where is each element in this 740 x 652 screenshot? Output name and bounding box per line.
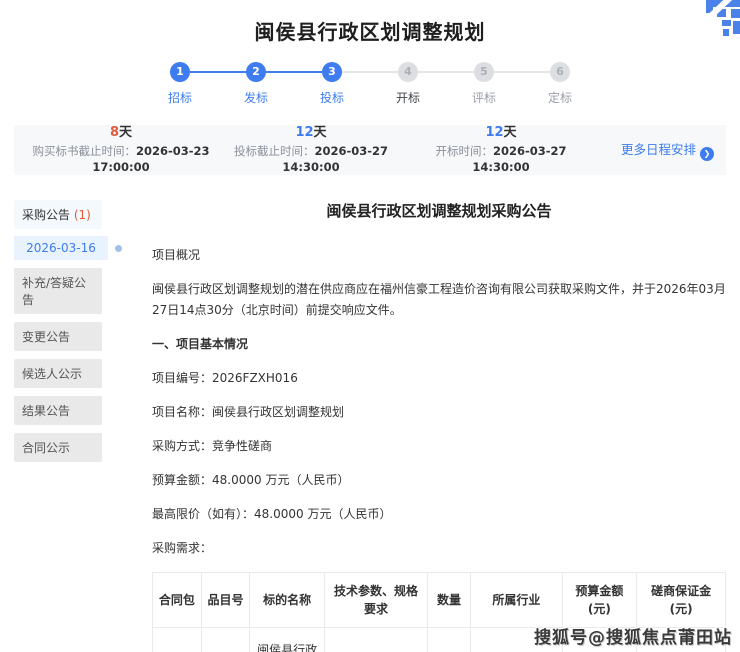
step-number: 4 bbox=[398, 62, 418, 82]
content-area: 采购公告 (1) 2026-03-16 补充/答疑公告 变更公告 候选人公示 结… bbox=[0, 200, 740, 652]
deadline-label: 投标截止时间： bbox=[234, 144, 315, 158]
sidebar-item-supplement-notice[interactable]: 补充/答疑公告 bbox=[14, 268, 102, 314]
sidebar-date-item[interactable]: 2026-03-16 bbox=[14, 236, 108, 260]
days-remaining: 8天 bbox=[26, 124, 216, 143]
col-industry: 所属行业 bbox=[470, 573, 562, 628]
step-number: 6 bbox=[550, 62, 570, 82]
qr-code-fragment bbox=[696, 0, 740, 36]
cell-item-number: 1-1 bbox=[201, 628, 250, 652]
field-max-price: 最高限价（如有）：48.0000 万元（人民币） bbox=[152, 504, 726, 525]
announcement-title: 闽侯县行政区划调整规划采购公告 bbox=[152, 200, 726, 221]
step-number: 2 bbox=[246, 62, 266, 82]
table-header-row: 合同包 品目号 标的名称 技术参数、规格要求 数量 所属行业 预算金额 (元) … bbox=[153, 573, 726, 628]
cell-tech-specs: 详见第三章《招标内容及要求》 bbox=[324, 628, 427, 652]
step-label: 招标 bbox=[142, 89, 218, 106]
col-contract-package: 合同包 bbox=[153, 573, 202, 628]
col-tech-specs: 技术参数、规格要求 bbox=[324, 573, 427, 628]
sidebar-item-contract-publicity[interactable]: 合同公示 bbox=[14, 433, 102, 462]
days-remaining: 12天 bbox=[406, 124, 596, 143]
step-pingbiao: 5 评标 bbox=[446, 62, 522, 106]
field-procurement-method: 采购方式：竞争性磋商 bbox=[152, 436, 726, 457]
field-project-number: 项目编号：2026FZXH016 bbox=[152, 368, 726, 389]
step-toubiao: 3 投标 bbox=[294, 62, 370, 106]
deadline-label: 开标时间： bbox=[435, 144, 493, 158]
progress-stepper: 1 招标 2 发标 3 投标 4 开标 5 评标 6 定标 bbox=[0, 62, 740, 106]
deadline-label: 购买标书截止时间： bbox=[32, 144, 136, 158]
sidebar-item-result-notice[interactable]: 结果公告 bbox=[14, 396, 102, 425]
field-procurement-demand: 采购需求： bbox=[152, 538, 726, 559]
overview-text: 闽侯县行政区划调整规划的潜在供应商应在福州信豪工程造价咨询有限公司获取采购文件，… bbox=[152, 279, 726, 321]
step-dingbiao: 6 定标 bbox=[522, 62, 598, 106]
cell-subject-name: 闽侯县行政区划调整规划 bbox=[250, 628, 324, 652]
schedule-item-purchase-deadline: 8天 购买标书截止时间：2026-03-23 17:00:00 bbox=[26, 124, 216, 176]
col-deposit: 磋商保证金 (元) bbox=[637, 573, 726, 628]
step-label: 投标 bbox=[294, 89, 370, 106]
step-zhaobiao: 1 招标 bbox=[142, 62, 218, 106]
arrow-right-icon: ❯ bbox=[700, 147, 714, 161]
section1-title: 一、项目基本情况 bbox=[152, 334, 726, 355]
announcement-body: 闽侯县行政区划调整规划采购公告 项目概况 闽侯县行政区划调整规划的潜在供应商应在… bbox=[126, 200, 726, 652]
cell-contract-package: 1 bbox=[153, 628, 202, 652]
days-remaining: 12天 bbox=[216, 124, 406, 143]
sidebar-item-candidate-publicity[interactable]: 候选人公示 bbox=[14, 359, 102, 388]
schedule-item-opening-time: 12天 开标时间：2026-03-27 14:30:00 bbox=[406, 124, 596, 176]
col-item-number: 品目号 bbox=[201, 573, 250, 628]
schedule-bar: 8天 购买标书截止时间：2026-03-23 17:00:00 12天 投标截止… bbox=[14, 125, 726, 175]
col-quantity: 数量 bbox=[428, 573, 471, 628]
field-budget-amount: 预算金额：48.0000 万元（人民币） bbox=[152, 470, 726, 491]
step-label: 开标 bbox=[370, 89, 446, 106]
step-label: 发标 bbox=[218, 89, 294, 106]
step-number: 1 bbox=[170, 62, 190, 82]
step-label: 定标 bbox=[522, 89, 598, 106]
field-project-name: 项目名称：闽侯县行政区划调整规划 bbox=[152, 402, 726, 423]
qr-code-icon bbox=[696, 0, 740, 36]
col-subject-name: 标的名称 bbox=[250, 573, 324, 628]
sidebar-item-change-notice[interactable]: 变更公告 bbox=[14, 322, 102, 351]
step-fabiao: 2 发标 bbox=[218, 62, 294, 106]
page-title: 闽侯县行政区划调整规划 bbox=[0, 0, 740, 45]
cell-quantity: 1项 bbox=[428, 628, 471, 652]
timeline-dot-icon bbox=[115, 245, 122, 252]
col-budget: 预算金额 (元) bbox=[562, 573, 636, 628]
step-number: 3 bbox=[322, 62, 342, 82]
step-kaibiao: 4 开标 bbox=[370, 62, 446, 106]
sidebar-item-procurement-notice[interactable]: 采购公告 (1) bbox=[14, 200, 102, 229]
step-label: 评标 bbox=[446, 89, 522, 106]
schedule-item-bid-deadline: 12天 投标截止时间：2026-03-27 14:30:00 bbox=[216, 124, 406, 176]
step-number: 5 bbox=[474, 62, 494, 82]
more-schedule-link[interactable]: 更多日程安排❯ bbox=[596, 139, 714, 161]
sidebar: 采购公告 (1) 2026-03-16 补充/答疑公告 变更公告 候选人公示 结… bbox=[14, 200, 126, 652]
sohu-watermark: 搜狐号@搜狐焦点莆田站 bbox=[534, 623, 732, 648]
notice-count-badge: (1) bbox=[74, 208, 91, 222]
overview-heading: 项目概况 bbox=[152, 245, 726, 266]
